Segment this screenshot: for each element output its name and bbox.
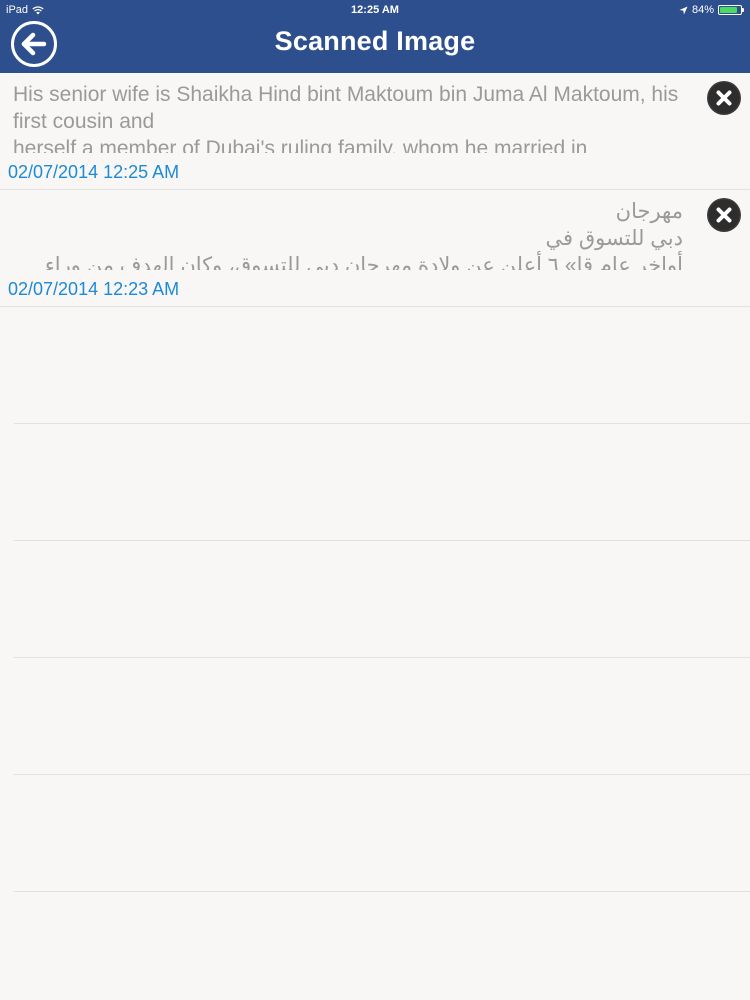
empty-row bbox=[14, 424, 750, 541]
status-right: 84% bbox=[679, 0, 744, 20]
battery-fill bbox=[720, 7, 737, 13]
battery-icon bbox=[718, 5, 744, 15]
scanned-text: مهرجان دبي للتسوق في أواخر عام قا» ٦ أعل… bbox=[44, 200, 683, 270]
list-item[interactable]: His senior wife is Shaikha Hind bint Mak… bbox=[0, 73, 750, 190]
scan-date: 02/07/2014 12:25 AM bbox=[8, 162, 180, 182]
status-bar: iPad 12:25 AM 84% bbox=[0, 0, 750, 20]
navigation-header: iPad 12:25 AM 84% Scanned Image bbox=[0, 0, 750, 73]
status-time: 12:25 AM bbox=[351, 4, 399, 16]
page-title: Scanned Image bbox=[274, 26, 476, 56]
empty-row bbox=[14, 658, 750, 775]
empty-row bbox=[14, 775, 750, 892]
empty-row bbox=[14, 307, 750, 424]
scan-date: 02/07/2014 12:23 AM bbox=[8, 279, 180, 299]
delete-button[interactable] bbox=[707, 198, 741, 232]
empty-row bbox=[14, 541, 750, 658]
list-item[interactable]: مهرجان دبي للتسوق في أواخر عام قا» ٦ أعل… bbox=[0, 190, 750, 307]
scanned-list: His senior wife is Shaikha Hind bint Mak… bbox=[0, 73, 750, 892]
battery-percent: 84% bbox=[691, 4, 714, 16]
scanned-text: His senior wife is Shaikha Hind bint Mak… bbox=[13, 83, 679, 153]
location-arrow-icon bbox=[679, 5, 688, 15]
delete-button[interactable] bbox=[707, 81, 741, 115]
